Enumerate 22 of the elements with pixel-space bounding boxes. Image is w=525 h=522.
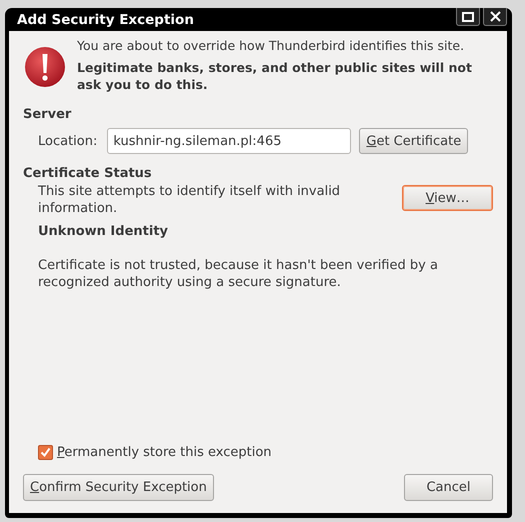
problem-title: Unknown Identity — [37, 224, 170, 239]
warning-icon — [23, 45, 67, 89]
get-certificate-button[interactable]: Get Certificate — [359, 128, 468, 154]
location-label: Location: — [38, 134, 98, 148]
close-icon — [490, 11, 500, 22]
checkbox-label[interactable]: Permanently store this exception — [57, 445, 272, 460]
confirm-button[interactable]: Confirm Security Exception — [23, 474, 214, 501]
check-icon — [40, 447, 51, 458]
cancel-button[interactable]: Cancel — [404, 474, 493, 501]
section-heading: Server — [23, 107, 72, 122]
window-title: Add Security Exception — [17, 12, 194, 28]
close-button[interactable] — [483, 8, 507, 26]
maximize-icon — [462, 12, 474, 22]
warning-text: You are about to override how Thunderbird identifies this site. — [77, 37, 466, 54]
warning-emphasis: Legitimate banks, stores, and other public sites will not ask you to do this. — [77, 59, 473, 93]
location-field[interactable]: kushnir-ng.sileman.pl:465 — [107, 128, 352, 154]
problem-description: Certificate is not trusted, because it hasn't been verified by a recognized authority using a secure signature. — [37, 257, 439, 291]
view-button[interactable]: View… — [402, 185, 493, 211]
section-heading: Certificate Status — [23, 166, 153, 181]
status-summary: This site attempts to identify itself with invalid information. — [38, 183, 342, 217]
checkbox[interactable] — [38, 445, 53, 460]
maximize-button[interactable] — [456, 8, 480, 26]
